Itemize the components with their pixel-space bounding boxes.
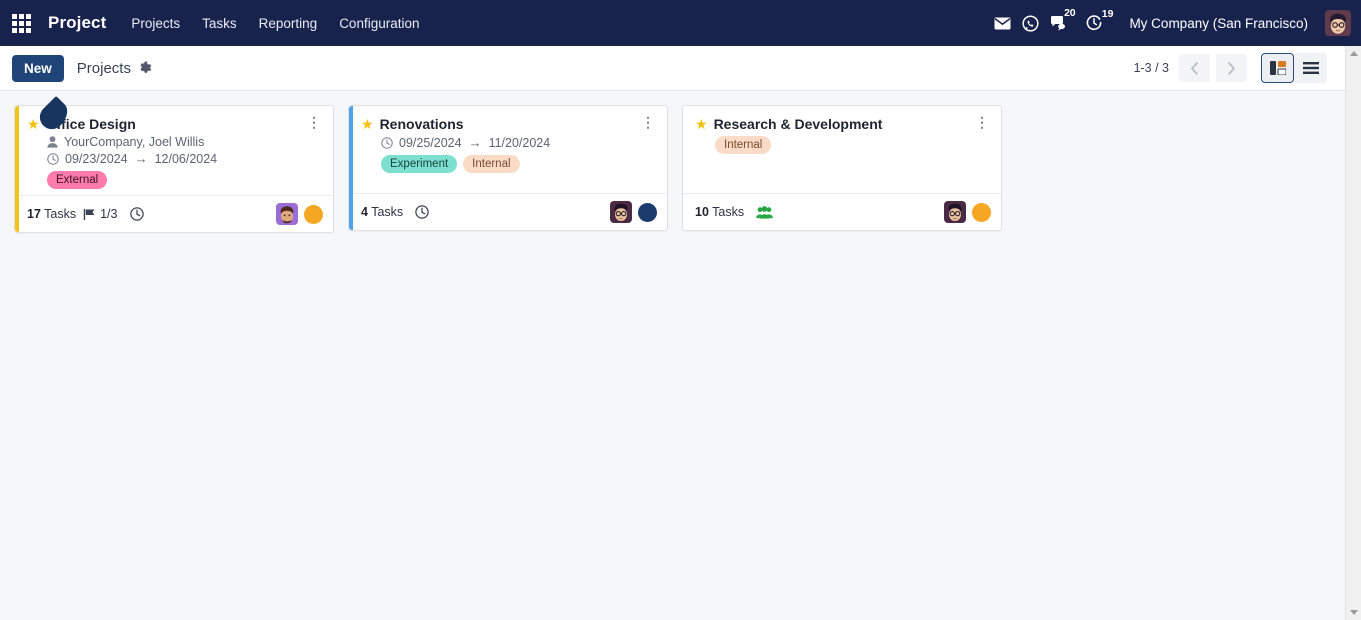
- whatsapp-icon[interactable]: [1022, 10, 1039, 36]
- list-view-button[interactable]: [1294, 53, 1327, 83]
- kanban-container: ★ Office Design ⋮ YourCompany, Joel Will…: [0, 91, 1361, 620]
- top-navbar: Project Projects Tasks Reporting Configu…: [0, 0, 1361, 46]
- user-icon: [47, 136, 58, 148]
- menu-tasks[interactable]: Tasks: [191, 10, 248, 37]
- favorite-star-icon[interactable]: ★: [695, 115, 708, 133]
- card-body: ★ Office Design ⋮ YourCompany, Joel Will…: [15, 106, 333, 195]
- avatar-dot[interactable]: [638, 202, 657, 222]
- card-body: ★ Renovations ⋮ 09/25/2024 → 11/20/2024 …: [349, 106, 667, 193]
- card-header: ★ Renovations ⋮: [361, 115, 657, 133]
- flag-icon[interactable]: [83, 208, 96, 221]
- kanban-card-renovations[interactable]: ★ Renovations ⋮ 09/25/2024 → 11/20/2024 …: [348, 105, 668, 231]
- menu-projects[interactable]: Projects: [120, 10, 191, 37]
- date-arrow-icon: →: [134, 151, 148, 166]
- control-panel-right: 1-3 / 3: [1134, 53, 1349, 83]
- card-body: ★ Research & Development ⋮ Internal: [683, 106, 1001, 193]
- clock-icon[interactable]: [415, 205, 429, 219]
- avatar-square[interactable]: [944, 201, 966, 223]
- date-arrow-icon: →: [468, 135, 482, 150]
- milestone-ratio: 1/3: [100, 207, 118, 221]
- card-menu-icon[interactable]: ⋮: [639, 115, 657, 129]
- card-footer: 17 Tasks 1/3: [15, 195, 333, 232]
- card-partner-name: YourCompany, Joel Willis: [64, 135, 205, 149]
- card-date-start: 09/23/2024: [65, 151, 128, 166]
- control-panel: New Projects 1-3 / 3: [0, 46, 1361, 128]
- card-assignees: [276, 203, 323, 225]
- card-assignees: [610, 201, 657, 223]
- activities-clock-icon[interactable]: 19: [1085, 9, 1113, 36]
- card-partner-row: YourCompany, Joel Willis: [27, 135, 323, 149]
- kanban-card-office-design[interactable]: ★ Office Design ⋮ YourCompany, Joel Will…: [14, 95, 334, 233]
- clock-icon: [381, 136, 393, 149]
- pager-previous-button[interactable]: [1179, 54, 1210, 82]
- navbar-systray: 20 19 My Company (San Francisco): [994, 8, 1351, 36]
- card-title[interactable]: Renovations: [380, 115, 633, 133]
- card-assignees: [944, 201, 991, 223]
- apps-grid-icon[interactable]: [8, 10, 34, 36]
- card-date-row: 09/23/2024 → 12/06/2024: [27, 151, 323, 166]
- card-tags: Experiment Internal: [361, 155, 657, 173]
- kanban-card-research-development[interactable]: ★ Research & Development ⋮ Internal 10 T…: [682, 105, 1002, 231]
- card-title[interactable]: Office Design: [46, 115, 299, 133]
- company-switcher[interactable]: My Company (San Francisco): [1123, 12, 1314, 35]
- menu-configuration[interactable]: Configuration: [328, 10, 430, 37]
- tasks-count-number: 17: [27, 207, 41, 221]
- tasks-count-number: 4: [361, 205, 368, 219]
- tag-internal[interactable]: Internal: [715, 136, 772, 154]
- scroll-up-arrow-icon[interactable]: [1349, 51, 1358, 56]
- tag-internal[interactable]: Internal: [463, 155, 520, 173]
- card-color-stripe: [15, 106, 19, 232]
- pager-range: 1-3 / 3: [1133, 61, 1169, 75]
- tasks-count[interactable]: 4 Tasks: [361, 205, 403, 219]
- card-menu-icon[interactable]: ⋮: [305, 115, 323, 129]
- kanban-view-button[interactable]: [1261, 53, 1294, 83]
- favorite-star-icon[interactable]: ★: [27, 115, 40, 133]
- card-footer: 4 Tasks: [349, 193, 667, 230]
- avatar-dot[interactable]: [972, 202, 991, 222]
- card-color-stripe: [349, 106, 353, 230]
- tasks-count-label: Tasks: [44, 207, 77, 221]
- messages-badge: 20: [1064, 7, 1076, 19]
- card-menu-icon[interactable]: ⋮: [973, 115, 991, 129]
- clock-icon: [47, 152, 59, 165]
- card-tags: External: [27, 171, 323, 189]
- breadcrumb[interactable]: Projects: [77, 60, 131, 77]
- tag-experiment[interactable]: Experiment: [381, 155, 458, 173]
- tasks-count-number: 10: [695, 205, 709, 219]
- pager-next-button[interactable]: [1216, 54, 1247, 82]
- card-tags: Internal: [695, 136, 991, 154]
- card-header: ★ Research & Development ⋮: [695, 115, 991, 133]
- app-brand-project[interactable]: Project: [44, 13, 120, 33]
- card-title[interactable]: Research & Development: [714, 115, 967, 133]
- favorite-star-icon[interactable]: ★: [361, 115, 374, 133]
- avatar[interactable]: [1325, 10, 1351, 36]
- new-button[interactable]: New: [12, 54, 64, 82]
- menu-reporting[interactable]: Reporting: [248, 10, 329, 37]
- mail-icon[interactable]: [994, 10, 1011, 36]
- view-switcher: [1261, 53, 1327, 83]
- avatar-square[interactable]: [276, 203, 298, 225]
- tasks-count-label: Tasks: [712, 205, 745, 219]
- avatar-dot[interactable]: [304, 204, 323, 224]
- card-date-end: 11/20/2024: [488, 135, 551, 150]
- avatar-square[interactable]: [610, 201, 632, 223]
- card-date-row: 09/25/2024 → 11/20/2024: [361, 135, 657, 150]
- activities-badge: 19: [1101, 8, 1114, 20]
- clock-icon[interactable]: [129, 207, 144, 221]
- tasks-count[interactable]: 17 Tasks: [27, 207, 76, 221]
- tasks-count[interactable]: 10 Tasks: [695, 205, 744, 219]
- gear-icon[interactable]: [138, 61, 152, 75]
- users-icon[interactable]: [756, 205, 773, 219]
- card-date-start: 09/25/2024: [399, 135, 462, 150]
- tasks-count-label: Tasks: [371, 205, 404, 219]
- vertical-scrollbar[interactable]: [1345, 46, 1361, 620]
- tag-external[interactable]: External: [47, 171, 108, 189]
- card-header: ★ Office Design ⋮: [27, 115, 323, 133]
- messages-icon[interactable]: 20: [1050, 8, 1076, 36]
- card-date-end: 12/06/2024: [154, 151, 218, 166]
- scroll-down-arrow-icon[interactable]: [1349, 610, 1358, 615]
- card-footer: 10 Tasks: [683, 193, 1001, 230]
